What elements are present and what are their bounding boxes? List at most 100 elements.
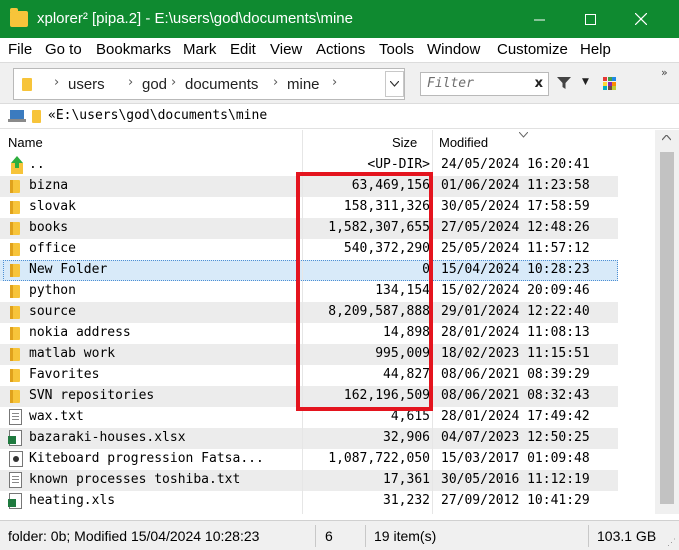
file-name: Favorites <box>29 367 100 382</box>
table-row[interactable]: bazaraki-houses.xlsx 32,906 04/07/2023 1… <box>0 428 628 449</box>
chevron-right-icon: › <box>128 75 134 90</box>
excel-file-icon <box>8 430 22 446</box>
media-file-icon <box>9 451 23 467</box>
close-icon <box>635 13 647 25</box>
status-divider <box>315 525 316 547</box>
excel-file-icon <box>8 493 22 509</box>
caret-down-icon[interactable]: ▼ <box>582 77 589 87</box>
breadcrumb[interactable]: › users › god › documents › mine › <box>13 68 405 100</box>
status-divider <box>588 525 589 547</box>
filter-field[interactable]: Filter x <box>420 72 549 96</box>
file-size: 32,906 <box>383 430 430 445</box>
breadcrumb-god[interactable]: god <box>142 76 167 93</box>
file-size: 17,361 <box>383 472 430 487</box>
file-name: bazaraki-houses.xlsx <box>29 430 186 445</box>
maximize-button[interactable] <box>567 0 613 38</box>
sort-indicator-icon <box>519 132 528 138</box>
minimize-icon <box>533 19 545 20</box>
breadcrumb-users[interactable]: users <box>68 76 105 93</box>
table-row[interactable]: Kiteboard progression Fatsa... 1,087,722… <box>0 449 628 470</box>
menu-edit[interactable]: Edit <box>230 41 256 58</box>
clear-filter-button[interactable]: x <box>535 76 543 91</box>
status-info: folder: 0b; Modified 15/04/2024 10:28:23 <box>8 528 260 544</box>
current-path: «E:\users\god\documents\mine <box>48 108 268 123</box>
breadcrumb-documents[interactable]: documents <box>185 76 258 93</box>
menu-bookmarks[interactable]: Bookmarks <box>96 41 171 58</box>
table-row[interactable]: known processes toshiba.txt 17,361 30/05… <box>0 470 628 491</box>
color-grid-icon[interactable] <box>603 77 616 90</box>
menu-actions[interactable]: Actions <box>316 41 365 58</box>
file-modified: 08/06/2021 08:39:29 <box>441 367 590 382</box>
file-modified: 30/05/2016 11:12:19 <box>441 472 590 487</box>
file-name: nokia address <box>29 325 131 340</box>
file-modified: 27/05/2024 12:48:26 <box>441 220 590 235</box>
menu-tools[interactable]: Tools <box>379 41 414 58</box>
scroll-up-icon[interactable] <box>662 135 671 141</box>
table-row[interactable]: heating.xls 31,232 27/09/2012 10:41:29 <box>0 491 628 512</box>
status-bar: folder: 0b; Modified 15/04/2024 10:28:23… <box>0 520 679 550</box>
menu-view[interactable]: View <box>270 41 302 58</box>
file-modified: 28/01/2024 17:49:42 <box>441 409 590 424</box>
title-bar: xplorer² [pipa.2] - E:\users\god\documen… <box>0 0 679 38</box>
chevron-right-icon: › <box>54 75 60 90</box>
folder-icon <box>10 222 20 235</box>
file-modified: 04/07/2023 12:50:25 <box>441 430 590 445</box>
file-modified: 24/05/2024 16:20:41 <box>441 157 590 172</box>
filter-placeholder: Filter <box>427 76 474 91</box>
minimize-button[interactable] <box>516 0 562 38</box>
menu-file[interactable]: File <box>8 41 32 58</box>
text-file-icon <box>9 472 22 488</box>
folder-icon <box>32 110 41 123</box>
folder-icon <box>10 264 20 277</box>
file-modified: 25/05/2024 11:57:12 <box>441 241 590 256</box>
folder-icon <box>10 348 20 361</box>
file-modified: 15/03/2017 01:09:48 <box>441 451 590 466</box>
chevron-right-icon: › <box>332 75 338 90</box>
status-item-count: 19 item(s) <box>374 528 437 544</box>
folder-icon <box>10 390 20 403</box>
folder-icon <box>10 201 20 214</box>
file-name: slovak <box>29 199 76 214</box>
address-dropdown-button[interactable] <box>385 71 404 97</box>
menu-go-to[interactable]: Go to <box>45 41 82 58</box>
file-name: known processes toshiba.txt <box>29 472 241 487</box>
vertical-scrollbar[interactable] <box>655 130 679 514</box>
menu-customize[interactable]: Customize <box>497 41 568 58</box>
file-modified: 30/05/2024 17:58:59 <box>441 199 590 214</box>
text-file-icon <box>9 409 22 425</box>
menu-help[interactable]: Help <box>580 41 611 58</box>
folder-icon <box>10 243 20 256</box>
file-size: 4,615 <box>390 409 430 424</box>
file-name: source <box>29 304 76 319</box>
file-modified: 01/06/2024 11:23:58 <box>441 178 590 193</box>
folder-icon <box>22 78 32 91</box>
chevron-right-icon: › <box>171 75 177 90</box>
file-modified: 15/02/2024 20:09:46 <box>441 283 590 298</box>
filter-funnel-icon[interactable] <box>557 77 571 89</box>
close-button[interactable] <box>618 0 664 38</box>
menu-bar: File Go to Bookmarks Mark Edit View Acti… <box>0 38 679 62</box>
computer-icon <box>8 110 26 122</box>
file-name: .. <box>29 157 45 172</box>
chevron-right-icon: › <box>273 75 279 90</box>
folder-icon <box>10 285 20 298</box>
file-modified: 27/09/2012 10:41:29 <box>441 493 590 508</box>
breadcrumb-mine[interactable]: mine <box>287 76 320 93</box>
file-name: bizna <box>29 178 69 193</box>
file-name: heating.xls <box>29 493 116 508</box>
file-size: 31,232 <box>383 493 430 508</box>
file-name: Kiteboard progression Fatsa... <box>29 451 264 466</box>
chevron-double-right-icon[interactable]: » <box>661 66 668 79</box>
scrollbar-thumb[interactable] <box>660 152 674 504</box>
menu-window[interactable]: Window <box>427 41 480 58</box>
resize-grip-icon[interactable]: ⋰ <box>667 537 676 548</box>
status-divider <box>365 525 366 547</box>
file-modified: 29/01/2024 12:22:40 <box>441 304 590 319</box>
file-name: matlab work <box>29 346 116 361</box>
file-size: <UP-DIR> <box>367 157 430 172</box>
menu-mark[interactable]: Mark <box>183 41 216 58</box>
file-name: New Folder <box>29 262 108 277</box>
folder-icon <box>10 180 20 193</box>
annotation-highlight-box <box>296 172 433 411</box>
file-name: python <box>29 283 76 298</box>
